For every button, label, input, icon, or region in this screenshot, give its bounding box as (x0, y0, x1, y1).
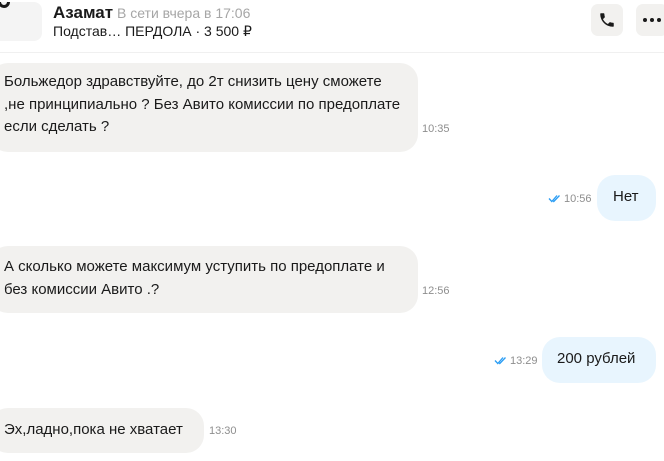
phone-icon (600, 13, 614, 27)
listing-title[interactable]: Подстав… ПЕРДОЛА · 3 500 ₽ (53, 22, 252, 40)
more-options-button[interactable] (636, 4, 664, 36)
message-time: 10:56 (564, 193, 592, 205)
message-time: 12:56 (422, 285, 450, 297)
contact-name[interactable]: Азамат (53, 2, 113, 24)
message-bubble-outgoing[interactable]: 200 рублей (542, 337, 656, 383)
message-bubble-incoming[interactable]: А сколько можете максимум уступить по пр… (0, 246, 418, 313)
message-bubble-incoming[interactable]: Больжедор здравствуйте, до 2т снизить це… (0, 63, 418, 152)
message-bubble-incoming[interactable]: Эх,ладно,пока не хватает (0, 408, 204, 453)
call-button[interactable] (591, 4, 623, 36)
message-time: 10:35 (422, 123, 450, 135)
avatar[interactable] (0, 2, 42, 41)
avatar-image (0, 2, 10, 8)
read-receipt-icon (548, 195, 560, 203)
online-status: В сети вчера в 17:06 (117, 5, 251, 21)
message-bubble-outgoing[interactable]: Нет (597, 175, 656, 221)
more-dots-icon (643, 18, 661, 22)
message-time: 13:30 (209, 425, 237, 437)
read-receipt-icon (494, 357, 506, 365)
chat-header: Азамат В сети вчера в 17:06 Подстав… ПЕР… (0, 0, 664, 53)
message-time: 13:29 (510, 355, 538, 367)
